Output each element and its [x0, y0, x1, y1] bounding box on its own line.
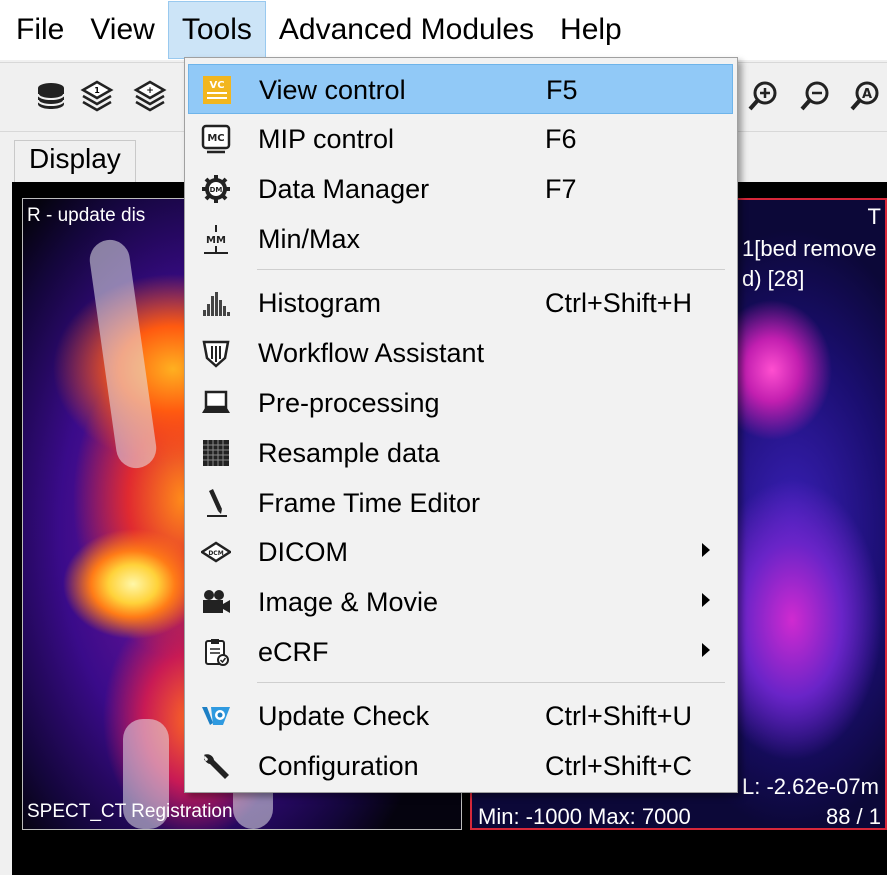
- menu-item-frame-time-editor[interactable]: Frame Time Editor: [188, 478, 733, 528]
- laptop-icon: [201, 388, 231, 418]
- mip-control-icon: MC: [201, 124, 231, 154]
- viewport-right-level-label: L: -2.62e-07m: [742, 774, 879, 799]
- min-max-icon: MM: [201, 224, 231, 254]
- viewport-left-bottom-label: SPECT_CT Registration: [27, 801, 233, 822]
- layers-add-icon[interactable]: +: [133, 79, 167, 113]
- menu-item-histogram[interactable]: Histogram Ctrl+Shift+H: [188, 278, 733, 328]
- database-icon[interactable]: [34, 79, 68, 113]
- menu-item-shortcut: F6: [545, 124, 577, 154]
- submenu-arrow-icon: [702, 643, 710, 657]
- dicom-icon: DCM: [199, 537, 233, 567]
- menu-item-data-manager[interactable]: DM Data Manager F7: [188, 164, 733, 214]
- menu-item-label: Resample data: [258, 438, 440, 468]
- menu-item-label: Workflow Assistant: [258, 338, 485, 368]
- menu-item-min-max[interactable]: MM Min/Max: [188, 214, 733, 264]
- svg-text:1: 1: [94, 86, 100, 95]
- skeleton-overlay: [87, 237, 159, 471]
- layers-1-icon[interactable]: 1: [80, 79, 114, 113]
- menu-item-label: eCRF: [258, 637, 329, 667]
- menu-view[interactable]: View: [77, 1, 167, 59]
- menu-tools[interactable]: Tools: [167, 1, 266, 59]
- menu-item-label: Min/Max: [258, 224, 361, 254]
- menu-separator: [257, 269, 725, 270]
- viewport-right-minmax-label: Min: -1000 Max: 7000: [478, 804, 691, 829]
- clipboard-icon: [201, 637, 231, 667]
- menu-bar: File View Tools Advanced Modules Help: [0, 0, 887, 60]
- menu-item-label: Data Manager: [258, 174, 430, 204]
- menu-separator: [257, 682, 725, 683]
- menu-item-resample-data[interactable]: Resample data: [188, 428, 733, 478]
- menu-item-label: Histogram: [258, 288, 382, 318]
- histogram-icon: [201, 288, 231, 318]
- svg-text:DCM: DCM: [208, 550, 223, 557]
- grid-icon: [201, 438, 231, 468]
- update-check-icon: [201, 701, 231, 731]
- viewport-right-corner-label: T: [867, 204, 881, 229]
- svg-text:MM: MM: [206, 235, 226, 246]
- app-window: File View Tools Advanced Modules Help 1 …: [0, 0, 887, 875]
- zoom-out-icon[interactable]: [798, 79, 832, 113]
- menu-item-label: Image & Movie: [258, 587, 439, 617]
- menu-item-update-check[interactable]: Update Check Ctrl+Shift+U: [188, 691, 733, 741]
- camera-icon: [201, 587, 231, 617]
- svg-text:A: A: [862, 87, 872, 102]
- menu-item-ecrf[interactable]: eCRF: [188, 627, 733, 677]
- menu-item-shortcut: Ctrl+Shift+U: [545, 701, 693, 731]
- menu-item-view-control[interactable]: VC View control F5: [188, 64, 733, 114]
- zoom-auto-icon[interactable]: A: [848, 79, 882, 113]
- menu-item-shortcut: F7: [545, 174, 577, 204]
- menu-item-label: Frame Time Editor: [258, 488, 481, 518]
- menu-item-pre-processing[interactable]: Pre-processing: [188, 378, 733, 428]
- submenu-arrow-icon: [702, 593, 710, 607]
- menu-item-label: Configuration: [258, 751, 419, 781]
- menu-item-workflow-assistant[interactable]: Workflow Assistant: [188, 328, 733, 378]
- viewport-right-slice-label: 88 / 1: [825, 804, 881, 829]
- wrench-icon: [201, 751, 231, 781]
- menu-item-label: DICOM: [258, 537, 348, 567]
- menu-item-shortcut: Ctrl+Shift+H: [545, 288, 693, 318]
- viewport-left-top-label: R - update dis: [27, 205, 146, 226]
- pen-icon: [201, 488, 231, 518]
- menu-item-dicom[interactable]: DCM DICOM: [188, 527, 733, 577]
- menu-advanced-modules[interactable]: Advanced Modules: [266, 1, 547, 59]
- tools-dropdown-menu: VC View control F5 MC MIP control F6 DM …: [184, 57, 738, 793]
- menu-item-label: MIP control: [258, 124, 395, 154]
- svg-text:DM: DM: [210, 186, 223, 194]
- display-panel-tab[interactable]: Display: [14, 140, 136, 182]
- menu-item-configuration[interactable]: Configuration Ctrl+Shift+C: [188, 741, 733, 791]
- zoom-in-icon[interactable]: [746, 79, 780, 113]
- menu-item-label: View control: [259, 75, 406, 105]
- menu-item-image-movie[interactable]: Image & Movie: [188, 577, 733, 627]
- menu-item-shortcut: Ctrl+Shift+C: [545, 751, 693, 781]
- menu-file[interactable]: File: [14, 1, 77, 59]
- workflow-assistant-icon: [201, 338, 231, 368]
- svg-text:+: +: [146, 86, 154, 96]
- menu-item-label: Update Check: [258, 701, 430, 731]
- menu-help[interactable]: Help: [547, 1, 635, 59]
- svg-text:MC: MC: [207, 133, 224, 144]
- viewport-right-series-label: 1[bed remove: [742, 236, 877, 261]
- view-control-icon: VC: [202, 75, 232, 105]
- data-manager-icon: DM: [201, 174, 231, 204]
- submenu-arrow-icon: [702, 543, 710, 557]
- viewport-right-series-label-2: d) [28]: [742, 266, 805, 291]
- menu-item-label: Pre-processing: [258, 388, 440, 418]
- svg-text:VC: VC: [209, 80, 224, 91]
- menu-item-shortcut: F5: [546, 75, 578, 105]
- menu-item-mip-control[interactable]: MC MIP control F6: [188, 114, 733, 164]
